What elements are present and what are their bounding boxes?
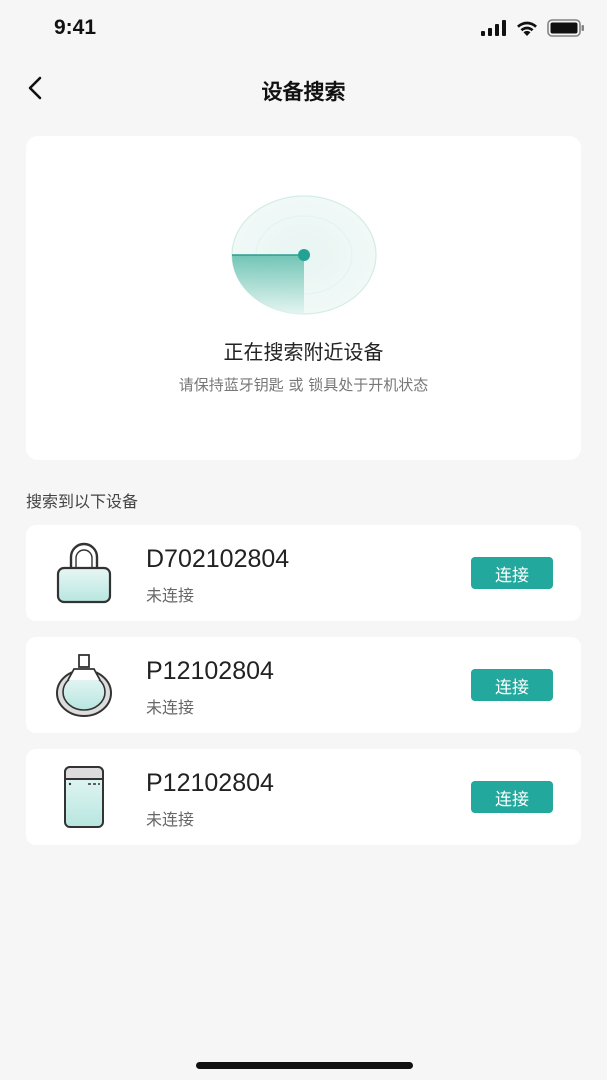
page-title: 设备搜索 <box>261 80 346 104</box>
home-indicator[interactable] <box>196 1062 413 1069</box>
scan-subtitle: 请保持蓝牙钥匙 或 锁具处于开机状态 <box>178 376 429 394</box>
connect-button[interactable]: 连接 <box>471 557 553 589</box>
battery-icon <box>547 19 584 37</box>
padlock-icon <box>56 542 112 604</box>
key-device-icon <box>64 766 104 828</box>
device-name: P12102804 <box>146 657 274 685</box>
status-bar: 9:41 <box>0 0 607 56</box>
connect-button[interactable]: 连接 <box>471 781 553 813</box>
device-status: 未连接 <box>146 810 195 829</box>
status-icons <box>481 19 585 37</box>
signal-icon <box>481 20 506 36</box>
scan-title: 正在搜索附近设备 <box>223 340 384 364</box>
device-card[interactable]: P12102804 未连接 连接 <box>26 637 581 733</box>
device-status: 未连接 <box>146 586 195 605</box>
wifi-icon <box>517 21 537 36</box>
device-status: 未连接 <box>146 698 195 717</box>
device-card[interactable]: P12102804 未连接 连接 <box>26 749 581 845</box>
round-lock-icon <box>56 654 112 717</box>
scan-card: 正在搜索附近设备 请保持蓝牙钥匙 或 锁具处于开机状态 <box>26 136 581 460</box>
device-name: D702102804 <box>146 545 290 573</box>
status-time: 9:41 <box>54 16 97 39</box>
section-label: 搜索到以下设备 <box>26 492 139 511</box>
radar-icon <box>231 195 377 315</box>
device-card[interactable]: D702102804 未连接 连接 <box>26 525 581 621</box>
nav-bar: 设备搜索 <box>0 60 607 116</box>
connect-button[interactable]: 连接 <box>471 669 553 701</box>
device-name: P12102804 <box>146 769 274 797</box>
